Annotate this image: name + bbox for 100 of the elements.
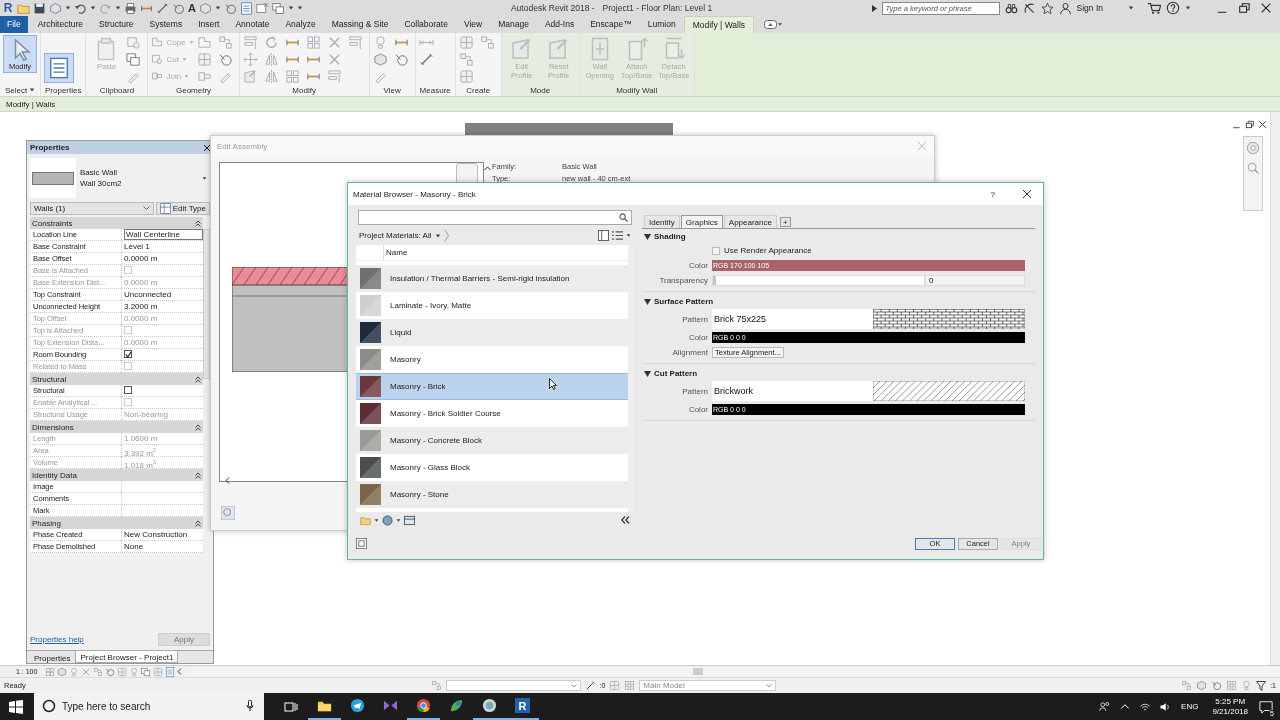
close-view-icon[interactable] (255, 1, 269, 15)
material-row[interactable]: Masonry - Glass Block (356, 453, 628, 481)
help-link[interactable]: Properties help (30, 635, 84, 644)
start-icon[interactable] (9, 699, 23, 714)
expander-icon[interactable] (644, 298, 651, 305)
search-field[interactable] (358, 210, 632, 225)
close-icon[interactable] (1258, 120, 1267, 129)
tag-icon[interactable] (172, 1, 185, 15)
sign-in-link[interactable]: Sign In (1076, 3, 1103, 13)
bulb-icon[interactable] (69, 666, 80, 677)
text-tool[interactable]: A (188, 2, 196, 14)
undo-icon[interactable] (74, 1, 87, 15)
ribbon-tab[interactable]: Insert (190, 16, 228, 33)
restore-icon[interactable] (1238, 2, 1250, 14)
collapse-left-icon[interactable] (621, 516, 630, 525)
material-row[interactable]: Liquid (356, 318, 628, 346)
ribbon-tab[interactable]: Collaborate (396, 16, 456, 33)
search-field[interactable]: Type here to search (34, 693, 264, 720)
tab[interactable]: Appearance (723, 215, 777, 228)
material-row[interactable]: Masonry - Stone (356, 480, 628, 508)
group-header[interactable]: Phasing (32, 518, 61, 528)
bulb-icon[interactable] (129, 666, 140, 677)
property-value[interactable]: Unconnected (124, 290, 172, 299)
cope-icon[interactable] (196, 35, 212, 50)
material-row[interactable]: Masonry - Brick Soldier Course (356, 399, 628, 427)
grid-icon[interactable] (284, 69, 300, 84)
panel-view-icon[interactable] (598, 230, 609, 242)
view-cube[interactable] (456, 163, 478, 185)
box-icon[interactable] (153, 666, 164, 677)
material-row[interactable]: Masonry - Concrete Block (356, 426, 628, 454)
collapse-icon[interactable] (195, 375, 201, 383)
parts-icon[interactable] (1181, 680, 1193, 691)
person-icon[interactable] (1058, 1, 1072, 15)
box-icon[interactable] (609, 680, 621, 691)
tag-icon[interactable] (393, 52, 409, 67)
caret-icon[interactable] (1128, 5, 1134, 11)
property-value[interactable]: New Construction (124, 530, 188, 539)
scrollbar[interactable] (1270, 112, 1280, 665)
rotate-icon[interactable] (263, 35, 279, 50)
tab[interactable]: Identity (644, 215, 680, 228)
align-icon[interactable] (326, 69, 342, 84)
speaker-icon[interactable] (1159, 700, 1172, 713)
ribbon-tab[interactable]: View (455, 16, 491, 33)
ribbon-tab[interactable]: Annotate (227, 16, 278, 33)
caret-icon[interactable] (65, 5, 71, 11)
mirror-icon[interactable] (263, 69, 279, 84)
panel-label[interactable]: Select (4, 85, 36, 95)
cart-icon[interactable] (1147, 1, 1161, 15)
list-view-icon[interactable] (612, 230, 623, 242)
group-header[interactable]: Constraints (32, 218, 73, 228)
people-icon[interactable] (1099, 700, 1112, 713)
material-row[interactable]: Masonry - Brick (356, 372, 628, 400)
box-icon[interactable] (117, 666, 128, 677)
ribbon-tab[interactable]: Structure (91, 16, 142, 33)
app-logo[interactable]: R (2, 1, 14, 15)
microphone-icon[interactable] (246, 700, 254, 712)
scroll-left-icon[interactable] (225, 477, 230, 484)
box-icon[interactable] (458, 69, 474, 84)
material-row[interactable]: Laminate - Ivory, Matte (356, 291, 628, 319)
ribbon-tab[interactable]: Add-Ins (536, 16, 583, 33)
align-icon[interactable] (347, 35, 363, 50)
grid-icon[interactable] (305, 35, 321, 50)
caret-icon[interactable] (214, 5, 221, 11)
tab[interactable]: Graphics (680, 215, 723, 228)
close-icon[interactable] (1023, 190, 1031, 198)
clock-time[interactable]: 5:25 PM (1215, 696, 1246, 707)
collapse-icon[interactable] (195, 423, 201, 431)
edit-type-button[interactable]: Edit Type (155, 202, 210, 215)
parts-icon[interactable] (93, 666, 104, 677)
ribbon-tab[interactable]: Massing & Site (323, 16, 397, 33)
help-button[interactable]: ? (990, 189, 995, 199)
value-field[interactable]: 0 (925, 275, 1025, 286)
windows-icon[interactable] (271, 1, 285, 15)
ribbon-tab[interactable]: Modify | Walls (683, 16, 755, 33)
value-field[interactable]: Wall Centerline (124, 229, 203, 240)
caret-icon[interactable] (1185, 5, 1191, 11)
ribbon-tab[interactable]: Analyze (277, 16, 324, 33)
dimension-icon[interactable] (156, 1, 169, 15)
color-swatch[interactable] (712, 332, 1025, 343)
parts-icon[interactable] (479, 35, 495, 50)
ribbon-tab[interactable]: Enscape™ (582, 16, 640, 33)
checkbox[interactable] (124, 350, 132, 358)
box-icon[interactable] (458, 35, 474, 50)
view-3d-icon[interactable] (221, 506, 235, 520)
steering-wheel-icon[interactable] (1246, 141, 1260, 155)
material-row[interactable]: Masonry (356, 345, 628, 373)
collapse-icon[interactable] (195, 471, 201, 479)
panel-tab[interactable]: Project Browser - Project1 (75, 651, 179, 663)
scroll-left-icon[interactable] (177, 668, 183, 675)
selection-dropdown[interactable]: Walls (1) (30, 202, 154, 215)
color-swatch[interactable] (712, 404, 1025, 415)
slider-thumb[interactable] (713, 276, 716, 285)
ribbon-tab[interactable]: Architecture (29, 16, 92, 33)
property-value[interactable]: 3.2000 m (124, 302, 158, 311)
star-icon[interactable] (1040, 1, 1054, 15)
box-icon[interactable] (196, 52, 212, 67)
binoculars-icon[interactable] (1004, 1, 1018, 15)
caret-icon[interactable] (90, 5, 96, 11)
cube-icon[interactable] (1196, 680, 1208, 691)
filter-icon[interactable] (1256, 680, 1267, 691)
